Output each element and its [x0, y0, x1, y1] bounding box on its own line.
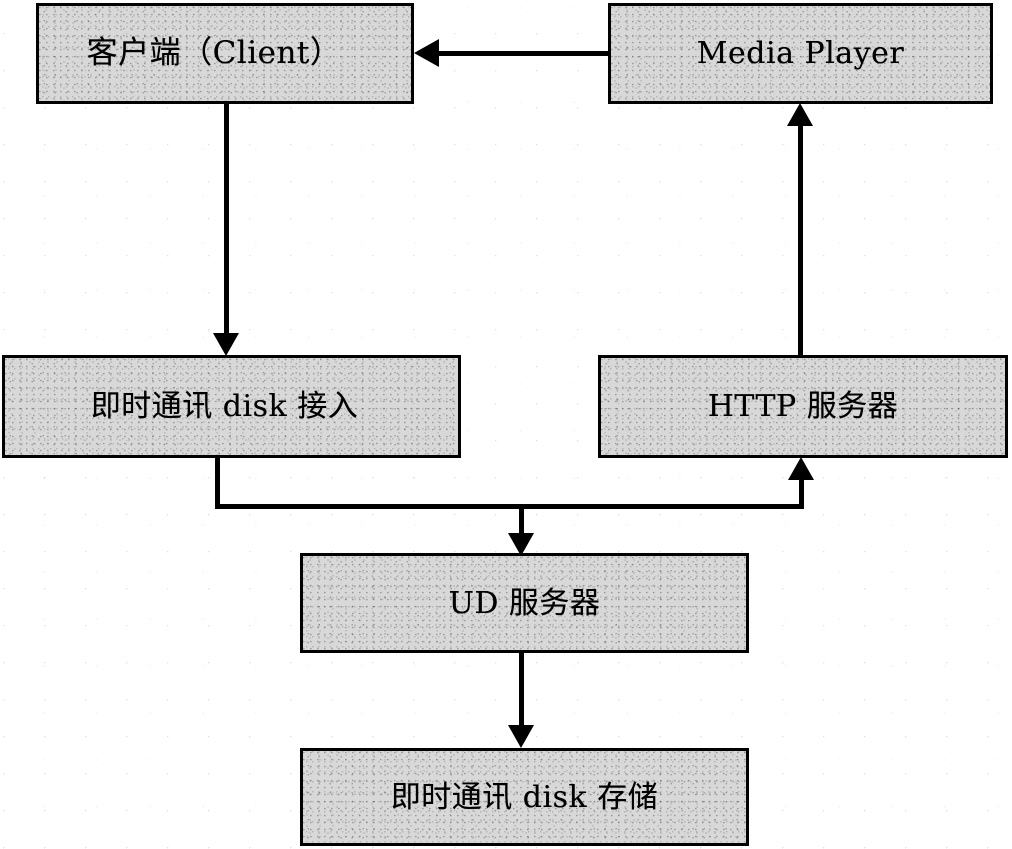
edge-media-to-client-line [438, 51, 610, 56]
edge-http-to-media-line [798, 125, 803, 357]
node-ud-server[interactable]: UD 服务器 [300, 553, 749, 653]
node-ud-server-label: UD 服务器 [448, 585, 601, 621]
edge-ud-to-storage-line [519, 652, 524, 727]
edge-media-to-client-arrowhead-icon [414, 39, 439, 67]
node-media-player[interactable]: Media Player [608, 3, 993, 104]
node-im-disk-storage-label: 即时通讯 disk 存储 [390, 779, 659, 815]
node-media-player-label: Media Player [696, 36, 905, 71]
node-http-server[interactable]: HTTP 服务器 [598, 355, 1008, 458]
node-im-disk-access[interactable]: 即时通讯 disk 接入 [2, 355, 461, 458]
node-http-server-label: HTTP 服务器 [707, 389, 899, 424]
node-client-label: 客户端（Client） [86, 35, 342, 72]
edge-ud-to-storage-arrowhead-icon [508, 725, 534, 748]
edge-im-access-dropline [215, 457, 220, 509]
edge-client-to-im-access-arrowhead-icon [213, 333, 239, 356]
edge-bus-to-http-arrowhead-icon [788, 457, 814, 480]
edge-http-to-media-arrowhead-icon [787, 103, 813, 126]
node-im-disk-access-label: 即时通讯 disk 接入 [90, 389, 359, 424]
edge-bus-to-ud-line [519, 504, 524, 536]
node-im-disk-storage[interactable]: 即时通讯 disk 存储 [300, 748, 749, 846]
diagram-canvas: 客户端（Client） Media Player 即时通讯 disk 接入 HT… [0, 0, 1012, 849]
edge-bus-to-ud-arrowhead-icon [508, 533, 534, 556]
edge-client-to-im-access-line [224, 103, 229, 335]
edge-bus-to-http-riser-line [799, 480, 804, 505]
node-client[interactable]: 客户端（Client） [36, 3, 414, 104]
edge-bus-horizontal-line [215, 504, 804, 509]
